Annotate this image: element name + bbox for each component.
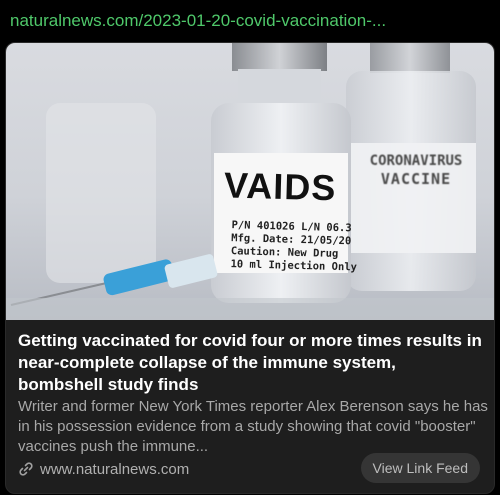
view-link-feed-button[interactable]: View Link Feed	[360, 453, 480, 483]
article-domain: www.naturalnews.com	[18, 458, 189, 480]
vaccine-vials-image: VAIDS P/N 401026 L/N 06.3 Mfg. Date: 21/0…	[6, 43, 494, 320]
article-description: Writer and former New York Times reporte…	[18, 398, 488, 455]
vial-label-text: P/N 401026 L/N 06.3 Mfg. Date: 21/05/20 Ca…	[230, 219, 358, 274]
domain-text: www.naturalnews.com	[40, 460, 190, 478]
link-url[interactable]: naturalnews.com/2023-01-20-covid-vaccina…	[10, 10, 490, 32]
link-icon	[18, 461, 34, 477]
vial-label-title: VAIDS	[223, 164, 337, 209]
link-preview-card[interactable]: VAIDS P/N 401026 L/N 06.3 Mfg. Date: 21/0…	[5, 42, 495, 494]
back-vial-label: CORONAVIRUS VACCINE	[369, 153, 463, 188]
article-headline[interactable]: Getting vaccinated for covid four or mor…	[18, 330, 484, 396]
